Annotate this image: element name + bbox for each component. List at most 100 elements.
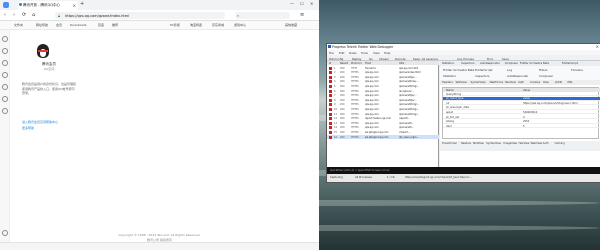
- bookmark-item[interactable]: 会员: [56, 23, 62, 27]
- close-window-icon[interactable]: ×: [596, 44, 599, 49]
- menu-icon[interactable]: ≡: [300, 12, 304, 18]
- btabs-tab[interactable]: Transformer: [442, 142, 457, 145]
- bookmark-item[interactable]: 网址导航: [36, 23, 48, 27]
- btabs-tab[interactable]: Caching: [555, 142, 565, 145]
- btabs-tab[interactable]: ImageView: [503, 142, 517, 145]
- btabs-tab[interactable]: TextView: [473, 142, 484, 145]
- session-row[interactable]: 11 200 HTTPS qzs.qq.com/qzone/v8/img/...: [327, 112, 439, 116]
- subtabs-tab[interactable]: XML: [567, 81, 572, 84]
- session-row[interactable]: 14 200 HTTPS qzs.qq.com/qzone/v8/...: [327, 126, 439, 130]
- quickexec-bar[interactable]: QuickExec] ALT+Q > type HELP to learn mo…: [327, 167, 600, 174]
- go-button[interactable]: Go: [369, 57, 373, 61]
- bookmark-item[interactable]: 文件夹: [14, 23, 23, 27]
- btabs-tab[interactable]: SyntaxView: [486, 142, 501, 145]
- bookmark-item[interactable]: 游戏中心: [234, 23, 246, 27]
- col-result[interactable]: Result: [340, 62, 348, 65]
- home-icon[interactable]: ⌂: [32, 12, 35, 18]
- session-row[interactable]: 5 200 HTTPS qzs.qq.com/qzone/v8/img/...: [327, 84, 439, 88]
- subtabs-tab[interactable]: JSON: [555, 81, 561, 84]
- inspector-button[interactable]: FiddlerScript: [475, 68, 493, 72]
- col-protocol[interactable]: Protocol: [351, 62, 361, 65]
- process-filter-status[interactable]: All Processes: [355, 176, 372, 179]
- capturing-status[interactable]: Capturing: [330, 176, 343, 179]
- inspector-button[interactable]: Log: [507, 68, 512, 72]
- btabs-tab[interactable]: WebView: [531, 142, 542, 145]
- grid-row[interactable]: appid 549000912: [443, 110, 600, 115]
- session-row[interactable]: 16 200 HTTPS ssl.ptlogin2.qq.com/pt_open_lo…: [327, 135, 439, 139]
- col-host[interactable]: Host: [365, 62, 371, 65]
- btabs-tab[interactable]: HexView: [519, 142, 530, 145]
- grid-row[interactable]: u1 https://qzs.qq.com/qzone/v5/loginsucc.…: [443, 101, 600, 106]
- session-row[interactable]: 1 200 HTTP Tunnel to qzs.qq.com:443: [327, 66, 439, 70]
- save-button[interactable]: Save: [502, 57, 509, 61]
- download-icon[interactable]: [2, 60, 8, 66]
- inspector-button[interactable]: Timeline: [571, 68, 583, 72]
- winconfig-button[interactable]: WinConfig: [329, 57, 343, 61]
- bookmark-item[interactable]: 淘宝特卖: [190, 23, 202, 27]
- session-row[interactable]: 4 200 HTTPS qzs.qq.com/qzone/v8/css/...: [327, 80, 439, 84]
- maximize-icon[interactable]: ☐: [300, 1, 304, 6]
- col-url[interactable]: URL: [399, 62, 404, 65]
- session-row[interactable]: 8 200 HTTPS qzs.qq.com/qzone/v8/js/...: [327, 98, 439, 102]
- inspector-button[interactable]: Fiddler Orchestra Beta: [443, 68, 474, 72]
- itabs-tab[interactable]: AutoResponder: [480, 62, 500, 65]
- btabs-tab[interactable]: Headers: [461, 142, 471, 145]
- session-row[interactable]: 9 200 HTTPS qzs.qq.com/qzone/v8/img/...: [327, 103, 439, 107]
- session-row[interactable]: 6 200 HTTPS qzs.qq.com/ac/qzone/...: [327, 89, 439, 93]
- new-tab-icon[interactable]: +: [80, 1, 84, 7]
- grid-row[interactable]: pt_3rd_aid 0: [443, 115, 600, 119]
- inspector-button[interactable]: Statistics: [443, 74, 456, 78]
- grid-row[interactable]: pt_openlogin_data: [443, 106, 600, 110]
- subtabs-tab[interactable]: TextView: [455, 81, 466, 84]
- itabs-tab[interactable]: FiddlerScript: [562, 62, 578, 65]
- stream-button[interactable]: Stream: [379, 57, 389, 61]
- subtabs-tab[interactable]: Cookies: [530, 81, 540, 84]
- session-row[interactable]: 10 200 HTTPS qzs.qq.com/qzone/v8/img/...: [327, 107, 439, 111]
- session-row[interactable]: 2 200 HTTPS qzs.qq.com/qzone/index.html: [327, 71, 439, 75]
- itabs-tab[interactable]: Fiddler Orchestra Beta: [520, 62, 549, 65]
- bookmark-item[interactable]: 其他收藏: [285, 23, 297, 27]
- grid-row[interactable]: daid 5: [443, 124, 600, 129]
- keep-sessions-select[interactable]: Keep: All sessions: [413, 57, 438, 61]
- inspector-button[interactable]: AutoResponder: [507, 74, 528, 78]
- inspector-button[interactable]: Filters: [539, 68, 547, 72]
- inspector-button[interactable]: Inspectors: [475, 74, 490, 78]
- grid-row[interactable]: pt_client_type value: [443, 96, 600, 101]
- close-tab-icon[interactable]: ×: [73, 3, 76, 8]
- col-number[interactable]: #: [329, 62, 331, 65]
- url-field[interactable]: 🔒︎ https://qzs.qq.com/qzone/index.html: [55, 12, 225, 19]
- forward-icon[interactable]: ›: [13, 12, 15, 18]
- session-row[interactable]: 7 200 HTTPS qzs.qq.com/qzone/v8/js/...: [327, 94, 439, 98]
- subtabs-tab[interactable]: Auth: [518, 81, 524, 84]
- subtabs-tab[interactable]: WebForms: [490, 81, 504, 84]
- reload-icon[interactable]: ⟳: [22, 12, 26, 18]
- bookmark-item[interactable]: 推荐: [112, 23, 118, 27]
- subtabs-tab[interactable]: Raw: [543, 81, 548, 84]
- bookmark-item[interactable]: 百度: [98, 23, 104, 27]
- session-row[interactable]: 12 200 HTTPS report.huatuo.qq.com/report/..…: [327, 117, 439, 121]
- inspector-button[interactable]: Composer: [539, 74, 553, 78]
- bookmark-item[interactable]: Downloads: [70, 23, 86, 27]
- note-icon[interactable]: [2, 96, 8, 102]
- itabs-tab[interactable]: Inspectors: [461, 62, 474, 65]
- game-icon[interactable]: [2, 72, 8, 78]
- bookmark-item[interactable]: PC影视: [170, 23, 180, 27]
- itabs-tab[interactable]: Composer: [505, 62, 518, 65]
- more-help-link[interactable]: 更多帮助: [22, 126, 34, 130]
- history-icon[interactable]: [2, 48, 8, 54]
- replay-button[interactable]: Replay: [352, 57, 361, 61]
- session-row[interactable]: 13 200 HTTPS qzs.qq.com/qzone/v8/...: [327, 121, 439, 125]
- close-window-icon[interactable]: ×: [310, 1, 313, 6]
- session-row[interactable]: 3 200 HTTPS qzs.qq.com/qzone/v8/js/...: [327, 75, 439, 79]
- bookmark-item[interactable]: 京东商城: [212, 23, 224, 27]
- session-row[interactable]: 15 200 HTTPS ssl.ptlogin2.qq.com/check?...: [327, 130, 439, 134]
- subtabs-tab[interactable]: Headers: [442, 81, 453, 84]
- grid-row[interactable]: ptlang 2052: [443, 120, 600, 124]
- help-link[interactable]: 进入腾讯会员空间帮助中心: [22, 120, 58, 124]
- subtabs-tab[interactable]: SyntaxView: [471, 81, 486, 84]
- minimize-icon[interactable]: —: [290, 1, 294, 6]
- chat-icon[interactable]: [2, 84, 8, 90]
- btabs-tab[interactable]: Auth: [543, 142, 549, 145]
- tool-icon[interactable]: [2, 108, 8, 114]
- itabs-tab[interactable]: Statistics: [442, 62, 454, 65]
